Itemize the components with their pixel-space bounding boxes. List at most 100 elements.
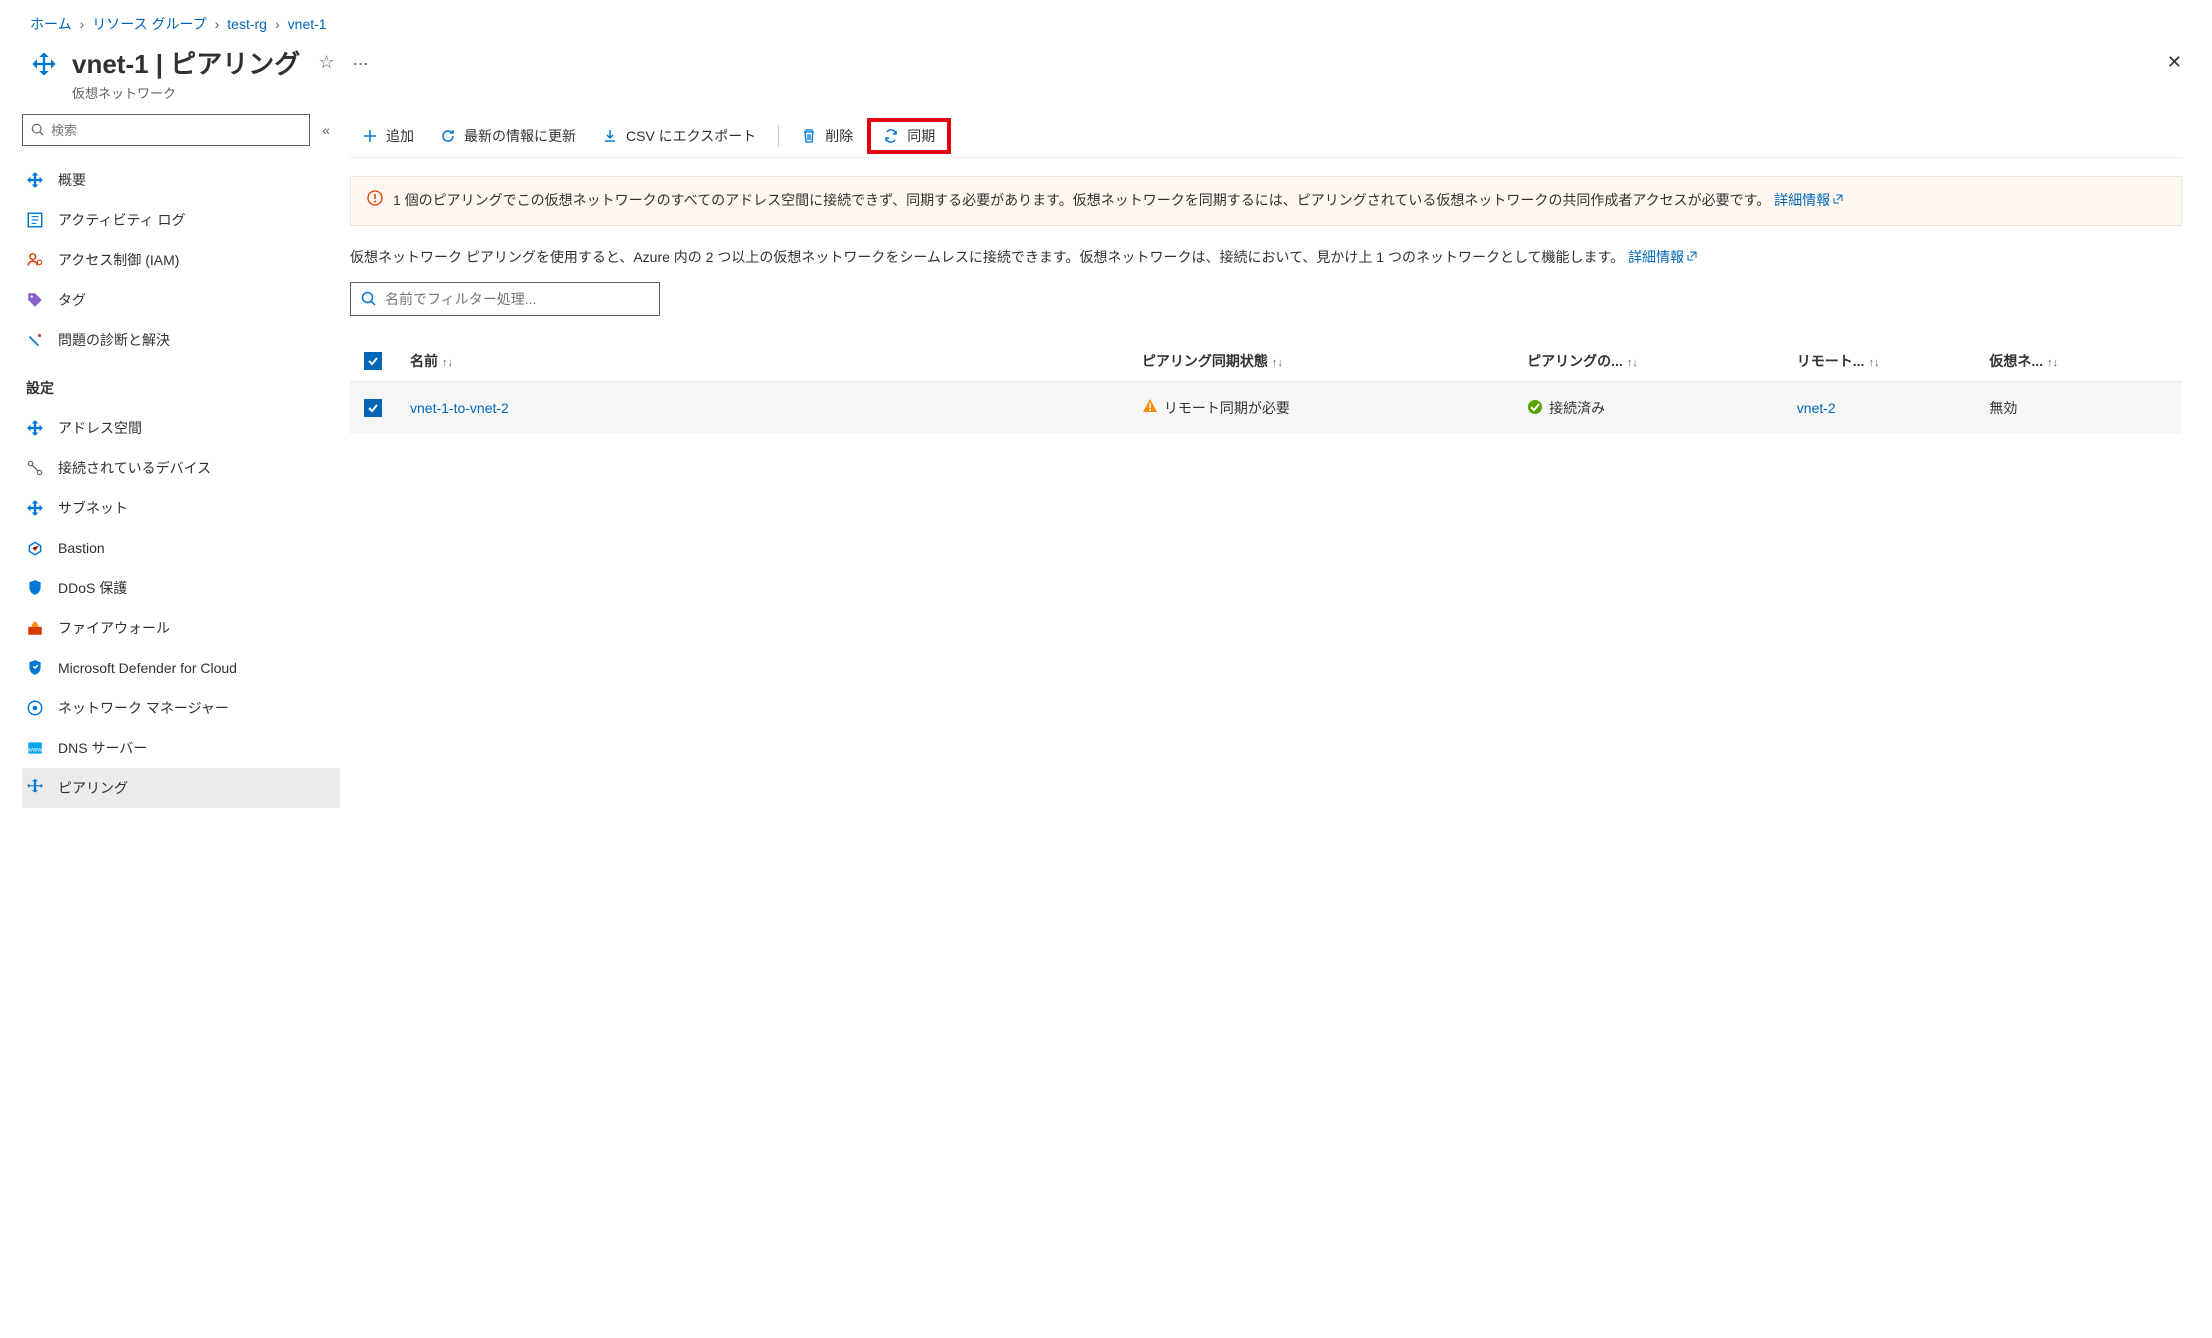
sort-icon: ↑↓ [1272, 357, 1283, 369]
delete-label: 削除 [825, 126, 853, 146]
diagnose-icon [26, 331, 44, 349]
tag-icon [26, 291, 44, 309]
vnet-status: 無効 [1989, 400, 2017, 416]
main-content: 追加 最新の情報に更新 CSV にエクスポート 削除 同期 [340, 114, 2212, 828]
sidebar-item-iam[interactable]: アクセス制御 (IAM) [22, 240, 340, 280]
page-title: vnet-1 | ピアリング [72, 44, 300, 81]
sidebar-item-label: 接続されているデバイス [58, 458, 211, 478]
sidebar-item-tags[interactable]: タグ [22, 280, 340, 320]
peering-name-link[interactable]: vnet-1-to-vnet-2 [410, 400, 509, 416]
sidebar-item-defender[interactable]: Microsoft Defender for Cloud [22, 648, 340, 688]
sidebar-item-ddos[interactable]: DDoS 保護 [22, 568, 340, 608]
plus-icon [362, 128, 378, 144]
collapse-sidebar-icon[interactable]: « [322, 122, 330, 138]
col-header-name[interactable]: 名前↑↓ [410, 351, 1142, 371]
sidebar-search[interactable] [22, 114, 310, 146]
peering-icon [26, 779, 44, 797]
chevron-right-icon: › [80, 16, 85, 32]
select-all-checkbox[interactable] [364, 352, 382, 370]
sidebar-item-label: サブネット [58, 498, 128, 518]
external-link-icon [1832, 189, 1844, 201]
download-icon [602, 128, 618, 144]
col-header-vnet[interactable]: 仮想ネ...↑↓ [1989, 351, 2182, 371]
add-button[interactable]: 追加 [350, 118, 426, 154]
peer-status: 接続済み [1527, 398, 1797, 418]
table-header: 名前↑↓ ピアリング同期状態↑↓ ピアリングの...↑↓ リモート...↑↓ 仮… [350, 340, 2182, 382]
info-banner: 1 個のピアリングでこの仮想ネットワークのすべてのアドレス空間に接続できず、同期… [350, 176, 2182, 226]
sidebar-item-label: アクティビティ ログ [58, 210, 186, 230]
col-header-sync[interactable]: ピアリング同期状態↑↓ [1142, 351, 1527, 371]
sidebar-item-label: Bastion [58, 540, 105, 556]
sync-label: 同期 [907, 126, 935, 146]
svg-text:www: www [27, 746, 43, 753]
sidebar-item-label: Microsoft Defender for Cloud [58, 660, 237, 676]
breadcrumb-rg-group[interactable]: リソース グループ [92, 14, 206, 34]
sort-icon: ↑↓ [442, 357, 453, 369]
warning-icon [1142, 398, 1158, 417]
breadcrumb-home[interactable]: ホーム [30, 14, 72, 34]
sidebar-item-overview[interactable]: 概要 [22, 160, 340, 200]
filter-input-wrapper[interactable] [350, 282, 660, 316]
log-icon [26, 211, 44, 229]
bastion-icon [26, 539, 44, 557]
filter-input[interactable] [385, 291, 649, 307]
desc-link[interactable]: 詳細情報 [1628, 249, 1698, 265]
table-row[interactable]: vnet-1-to-vnet-2 リモート同期が必要 接続済み vnet-2 無… [350, 382, 2182, 434]
chevron-right-icon: › [275, 16, 280, 32]
sidebar-item-diagnose[interactable]: 問題の診断と解決 [22, 320, 340, 360]
remote-vnet-link[interactable]: vnet-2 [1797, 400, 1836, 416]
close-button[interactable]: ✕ [2167, 52, 2182, 73]
add-label: 追加 [386, 126, 414, 146]
sidebar-item-firewall[interactable]: ファイアウォール [22, 608, 340, 648]
sidebar-item-bastion[interactable]: Bastion [22, 528, 340, 568]
sidebar-item-address-space[interactable]: アドレス空間 [22, 408, 340, 448]
sidebar-item-label: DDoS 保護 [58, 578, 127, 598]
favorite-button[interactable]: ☆ [318, 52, 334, 73]
more-button[interactable]: ⋯ [352, 54, 370, 74]
sidebar-item-label: アドレス空間 [58, 418, 142, 438]
info-icon [367, 190, 383, 209]
delete-button[interactable]: 削除 [789, 118, 865, 154]
resource-type: 仮想ネットワーク [72, 83, 300, 102]
sidebar-item-label: 概要 [58, 170, 86, 190]
row-checkbox[interactable] [364, 399, 382, 417]
sidebar-item-label: タグ [58, 290, 86, 310]
col-header-remote[interactable]: リモート...↑↓ [1797, 351, 1990, 371]
defender-icon [26, 659, 44, 677]
sidebar-search-input[interactable] [51, 123, 301, 138]
breadcrumb-rg[interactable]: test-rg [227, 16, 267, 32]
search-icon [31, 123, 45, 137]
refresh-icon [440, 128, 456, 144]
chevron-right-icon: › [215, 16, 220, 32]
description: 仮想ネットワーク ピアリングを使用すると、Azure 内の 2 つ以上の仮想ネッ… [350, 244, 2182, 271]
sidebar-item-peering[interactable]: ピアリング [22, 768, 340, 808]
search-icon [361, 291, 377, 307]
external-link-icon [1686, 244, 1698, 256]
iam-icon [26, 251, 44, 269]
sidebar-item-label: ピアリング [58, 778, 128, 798]
banner-link[interactable]: 詳細情報 [1774, 192, 1844, 208]
dns-icon: www [26, 739, 44, 757]
sync-icon [883, 128, 899, 144]
breadcrumb: ホーム › リソース グループ › test-rg › vnet-1 [0, 0, 2212, 44]
sync-button[interactable]: 同期 [867, 118, 951, 154]
export-button[interactable]: CSV にエクスポート [590, 118, 768, 154]
toolbar: 追加 最新の情報に更新 CSV にエクスポート 削除 同期 [350, 114, 2182, 158]
vnet-icon [30, 50, 58, 78]
banner-text: 1 個のピアリングでこの仮想ネットワークのすべてのアドレス空間に接続できず、同期… [393, 192, 1770, 208]
sidebar-item-network-manager[interactable]: ネットワーク マネージャー [22, 688, 340, 728]
trash-icon [801, 128, 817, 144]
firewall-icon [26, 619, 44, 637]
breadcrumb-vnet[interactable]: vnet-1 [288, 16, 327, 32]
col-header-peer[interactable]: ピアリングの...↑↓ [1527, 351, 1797, 371]
sort-icon: ↑↓ [1868, 357, 1879, 369]
sidebar-item-label: ファイアウォール [58, 618, 170, 638]
sidebar-item-connected-devices[interactable]: 接続されているデバイス [22, 448, 340, 488]
refresh-button[interactable]: 最新の情報に更新 [428, 118, 588, 154]
sidebar-item-activity-log[interactable]: アクティビティ ログ [22, 200, 340, 240]
sidebar-item-dns[interactable]: www DNS サーバー [22, 728, 340, 768]
sidebar-item-label: DNS サーバー [58, 738, 147, 758]
sidebar-heading-settings: 設定 [22, 360, 340, 408]
sidebar-item-subnets[interactable]: サブネット [22, 488, 340, 528]
export-label: CSV にエクスポート [626, 126, 756, 146]
